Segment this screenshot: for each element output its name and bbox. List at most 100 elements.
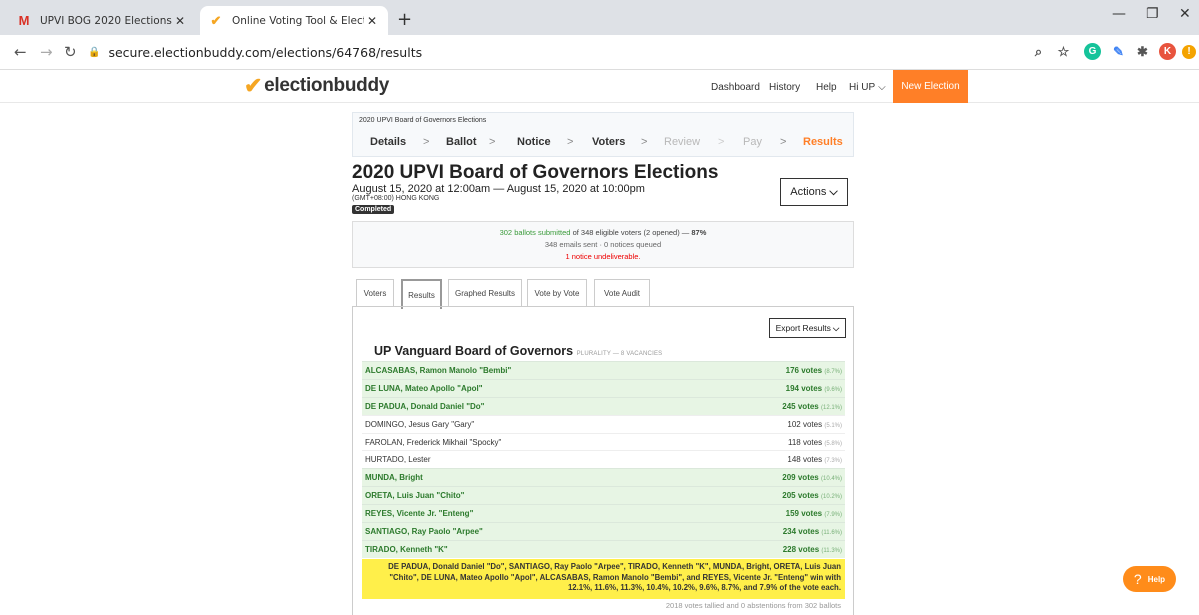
step-ballot[interactable]: Ballot [446, 136, 477, 148]
new-election-button[interactable]: New Election [893, 70, 968, 103]
candidate-percent: (11.3%) [821, 547, 842, 554]
results-panel: Export Results ⌵ UP Vanguard Board of Go… [352, 306, 854, 615]
candidate-percent: (12.1%) [820, 404, 842, 411]
pen-extension-icon[interactable]: ✎ [1110, 43, 1127, 60]
actions-button[interactable]: Actions ⌵ [780, 178, 848, 206]
extensions-puzzle-icon[interactable]: ✱ [1134, 43, 1151, 60]
step-details[interactable]: Details [370, 136, 406, 148]
step-separator: > [567, 136, 574, 148]
election-dates: August 15, 2020 at 12:00am — August 15, … [352, 183, 645, 195]
candidate-name: ORETA, Luis Juan "Chito" [365, 491, 465, 501]
candidate-name: HURTADO, Lester [365, 455, 431, 465]
chevron-down-icon: ⌵ [878, 81, 886, 93]
new-tab-icon[interactable]: + [397, 9, 412, 30]
candidate-name: MUNDA, Bright [365, 473, 423, 483]
profile-avatar-icon[interactable]: K [1159, 43, 1176, 60]
candidate-votes: 234 votes (11.6%) [782, 526, 842, 536]
browser-tab-strip: M UPVI BOG 2020 Elections Results ✕ ✔ On… [0, 0, 1199, 35]
help-widget-button[interactable]: ? Help [1123, 566, 1176, 592]
candidate-percent: (10.2%) [820, 494, 842, 501]
candidate-name: DE PADUA, Donald Daniel "Do" [365, 401, 485, 411]
tab-vote-audit[interactable]: Vote Audit [594, 279, 650, 307]
candidate-votes: 118 votes (5.8%) [787, 437, 842, 447]
gmail-icon: M [18, 13, 30, 28]
forward-icon[interactable]: → [40, 43, 53, 61]
candidate-percent: (5.1%) [824, 422, 842, 429]
close-icon[interactable]: ✕ [172, 14, 188, 28]
candidate-votes: 176 votes (8.7%) [785, 365, 842, 375]
candidate-votes: 194 votes (9.6%) [785, 383, 842, 393]
page-title: 2020 UPVI Board of Governors Elections [352, 162, 719, 183]
step-results[interactable]: Results [803, 136, 843, 148]
zoom-icon[interactable]: ⌕ [1030, 43, 1047, 60]
steps-election-title: 2020 UPVI Board of Governors Elections [359, 117, 487, 124]
step-separator: > [718, 136, 725, 148]
candidate-name: DOMINGO, Jesus Gary "Gary" [365, 419, 475, 429]
candidate-name: SANTIAGO, Ray Paolo "Arpee" [365, 526, 483, 536]
electionbuddy-logo[interactable]: ✔ electionbuddy [244, 73, 389, 99]
section-subtitle: PLURALITY — 8 VACANCIES [576, 351, 663, 357]
emails-sent-line: 348 emails sent · 0 notices queued [544, 240, 662, 249]
tab-results[interactable]: Results [401, 279, 442, 309]
ballots-submitted-line: 302 ballots submitted of 348 eligible vo… [499, 228, 707, 237]
candidate-row: DE PADUA, Donald Daniel "Do" 245 votes (1… [362, 396, 845, 415]
winner-announcement: DE PADUA, Donald Daniel "Do", SANTIAGO, … [362, 559, 845, 599]
chevron-down-icon: ⌵ [829, 185, 838, 198]
step-review: Review [664, 136, 701, 148]
candidate-row: HURTADO, Lester 148 votes (7.3%) [362, 450, 845, 469]
electionbuddy-favicon-icon: ✔ [210, 12, 222, 28]
candidate-results-list: ALCASABAS, Ramon Manolo "Bembi" 176 votes… [362, 361, 845, 558]
election-timezone: (GMT+08:00) HONG KONG [352, 195, 440, 202]
tab-graphed-results[interactable]: Graphed Results [448, 279, 522, 307]
tab-title: UPVI BOG 2020 Elections Results [40, 14, 172, 27]
tab-vote-by-vote[interactable]: Vote by Vote [527, 279, 587, 307]
bookmark-star-icon[interactable]: ☆ [1055, 43, 1072, 60]
url-field[interactable]: 🔒 secure.electionbuddy.com/elections/647… [88, 40, 1018, 64]
votes-tally: 2018 votes tallied and 0 abstentions fro… [665, 601, 841, 610]
candidate-name: FAROLAN, Frederick Mikhail "Spocky" [365, 437, 502, 447]
candidate-votes: 148 votes (7.3%) [787, 455, 842, 465]
candidate-name: REYES, Vicente Jr. "Enteng" [365, 509, 474, 519]
update-alert-icon[interactable]: ! [1182, 45, 1196, 59]
browser-tab-gmail[interactable]: M UPVI BOG 2020 Elections Results ✕ [8, 6, 196, 35]
candidate-name: TIRADO, Kenneth "K" [365, 544, 448, 554]
step-nav: Details > Ballot > Notice > Voters > Rev… [353, 133, 853, 153]
export-results-button[interactable]: Export Results ⌵ [769, 318, 846, 338]
candidate-row: DE LUNA, Mateo Apollo "Apol" 194 votes (9… [362, 378, 845, 397]
tab-voters[interactable]: Voters [356, 279, 394, 307]
step-separator: > [641, 136, 648, 148]
step-voters[interactable]: Voters [592, 136, 625, 148]
candidate-votes: 228 votes (11.3%) [782, 544, 842, 554]
window-close-icon[interactable]: ✕ [1179, 6, 1191, 22]
reload-icon[interactable]: ↻ [64, 43, 77, 61]
step-notice[interactable]: Notice [517, 136, 551, 148]
candidate-percent: (10.4%) [820, 476, 842, 483]
lock-icon: 🔒 [88, 46, 101, 58]
section-title: UP Vanguard Board of Governors PLURALITY… [374, 344, 663, 358]
step-separator: > [423, 136, 430, 148]
nav-user-menu[interactable]: Hi UP ⌵ [849, 71, 886, 103]
ballots-submitted-link[interactable]: 302 ballots submitted [500, 228, 571, 237]
nav-history[interactable]: History [769, 71, 800, 103]
candidate-row: SANTIAGO, Ray Paolo "Arpee" 234 votes (11… [362, 522, 845, 540]
candidate-row: ALCASABAS, Ramon Manolo "Bembi" 176 votes… [362, 361, 845, 379]
candidate-percent: (7.3%) [824, 458, 842, 465]
candidate-percent: (9.6%) [824, 386, 842, 393]
maximize-icon[interactable]: ❐ [1146, 6, 1159, 22]
candidate-row: TIRADO, Kenneth "K" 228 votes (11.3%) [362, 539, 845, 558]
ballot-summary: 302 ballots submitted of 348 eligible vo… [352, 221, 854, 268]
status-badge: Completed [352, 205, 395, 214]
nav-help[interactable]: Help [816, 71, 837, 103]
undeliverable-notice-link[interactable]: 1 notice undeliverable. [353, 252, 853, 261]
minimize-icon[interactable]: — [1112, 6, 1126, 22]
step-pay: Pay [743, 136, 762, 148]
back-icon[interactable]: ← [14, 43, 27, 61]
close-icon[interactable]: ✕ [364, 14, 380, 28]
nav-dashboard[interactable]: Dashboard [711, 71, 760, 103]
candidate-row: REYES, Vicente Jr. "Enteng" 159 votes (7.… [362, 504, 845, 523]
browser-tab-electionbuddy[interactable]: ✔ Online Voting Tool & Election Sys ✕ [200, 6, 388, 35]
step-separator: > [780, 136, 787, 148]
tab-title: Online Voting Tool & Election Sys [232, 14, 364, 27]
candidate-votes: 102 votes (5.1%) [787, 419, 842, 429]
grammarly-extension-icon[interactable]: G [1084, 43, 1101, 60]
